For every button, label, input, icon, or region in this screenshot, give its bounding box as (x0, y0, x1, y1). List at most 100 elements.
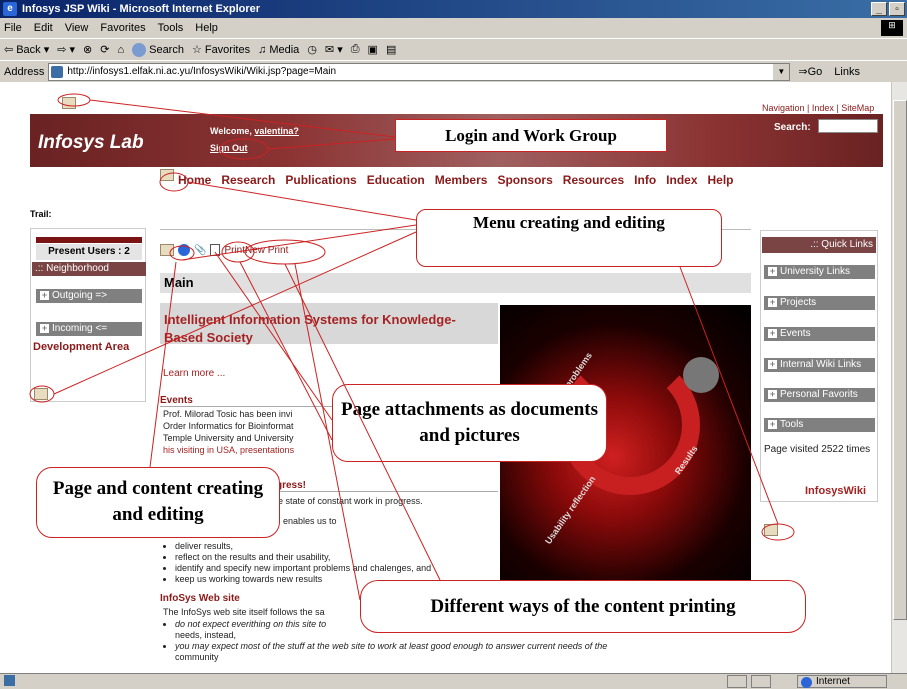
windows-logo-icon: ⊞ (881, 20, 903, 36)
menu-help[interactable]: Help (195, 22, 218, 34)
right-sidebar: .:: Quick Links University Links Project… (760, 230, 878, 502)
mail-icon[interactable]: ✉ ▾ (325, 43, 343, 56)
stop-icon[interactable]: ⊗ (83, 43, 92, 56)
home-icon[interactable]: ⌂ (117, 44, 124, 56)
list-item: deliver results, (175, 541, 431, 552)
search-label: Search (149, 43, 184, 56)
menu-publications[interactable]: Publications (285, 173, 356, 187)
events-line-2: Order Informatics for Bioinformat (163, 421, 294, 431)
incoming-toggle[interactable]: Incoming <= (36, 322, 142, 336)
attachment-icon[interactable]: 📎 (194, 245, 206, 256)
print-icon[interactable]: ⎙ (351, 43, 360, 56)
infosyswiki-link[interactable]: InfosysWiki (805, 485, 866, 497)
edit-page-icon[interactable] (62, 97, 76, 109)
callout-printing: Different ways of the content printing (360, 580, 806, 633)
forward-button[interactable]: ⇨ ▾ (57, 43, 75, 56)
menu-education[interactable]: Education (367, 173, 425, 187)
menu-help-site[interactable]: Help (708, 173, 734, 187)
signout-link[interactable]: Sign Out (210, 143, 248, 153)
go-button[interactable]: ⇒Go (798, 65, 822, 78)
progress-list: deliver results, reflect on the results … (175, 541, 431, 585)
site-logo[interactable]: Infosys Lab (38, 132, 144, 154)
neighborhood-header: .:: Neighborhood (32, 262, 146, 276)
list-item: identify and specify new important probl… (175, 563, 431, 574)
menu-favorites[interactable]: Favorites (100, 22, 145, 34)
menu-edit[interactable]: Edit (34, 22, 53, 34)
page-actions: 📎 PrintNew Print (160, 244, 288, 256)
menu-bar: File Edit View Favorites Tools Help (0, 18, 907, 38)
welcome-text: Welcome, valentina? (210, 126, 299, 136)
menu-index[interactable]: Index (666, 173, 697, 187)
events-line-1: Prof. Milorad Tosic has been invi (163, 409, 293, 419)
scrollbar-thumb[interactable] (893, 100, 907, 620)
tools-toggle[interactable]: Tools (764, 418, 875, 432)
menu-research[interactable]: Research (221, 173, 275, 187)
history-icon[interactable]: ◷ (307, 43, 317, 56)
pdf-icon[interactable] (210, 244, 221, 256)
menu-members[interactable]: Members (435, 173, 488, 187)
address-dropdown-icon[interactable]: ▼ (773, 63, 790, 80)
menu-sponsors[interactable]: Sponsors (497, 173, 552, 187)
menu-resources[interactable]: Resources (563, 173, 624, 187)
page-title: Main (160, 273, 751, 293)
internal-wiki-links-toggle[interactable]: Internal Wiki Links (764, 358, 875, 372)
favorites-button[interactable]: ☆ Favorites (192, 43, 251, 57)
status-page-icon (4, 675, 15, 686)
website-text: The InfoSys web site itself follows the … (163, 607, 325, 617)
callout-attachments: Page attachments as documents and pictur… (332, 384, 607, 462)
site-search-input[interactable] (818, 119, 878, 133)
image-text-usability: Usability reflection (543, 474, 598, 546)
top-navigation[interactable]: Navigation | Index | SiteMap (762, 103, 874, 113)
search-button[interactable]: Search (132, 42, 184, 57)
address-input[interactable]: http://infosys1.elfak.ni.ac.yu/InfosysWi… (48, 62, 791, 81)
window-title-bar: e Infosys JSP Wiki - Microsoft Internet … (0, 0, 907, 18)
links-button[interactable]: Links (834, 66, 860, 78)
menu-tools[interactable]: Tools (158, 22, 184, 34)
edit-icon[interactable]: ▣ (368, 43, 378, 56)
outgoing-toggle[interactable]: Outgoing => (36, 289, 142, 303)
info-icon[interactable] (178, 244, 190, 256)
vertical-scrollbar[interactable] (891, 82, 907, 673)
university-links-toggle[interactable]: University Links (764, 265, 875, 279)
edit-page-content-icon[interactable] (160, 244, 174, 256)
events-line-4[interactable]: his visiting in USA, presentations (163, 444, 294, 456)
quick-links-header: .:: Quick Links (762, 237, 876, 253)
window-title: Infosys JSP Wiki - Microsoft Internet Ex… (22, 3, 261, 15)
address-bar: Address http://infosys1.elfak.ni.ac.yu/I… (0, 60, 907, 82)
user-link[interactable]: valentina? (254, 126, 299, 136)
trail-label: Trail: (30, 209, 52, 219)
discuss-icon[interactable]: ▤ (386, 43, 396, 56)
events-toggle[interactable]: Events (764, 327, 875, 341)
present-users: Present Users : 2 (36, 244, 142, 260)
projects-toggle[interactable]: Projects (764, 296, 875, 310)
favorites-label: Favorites (204, 43, 251, 56)
edit-left-icon[interactable] (34, 388, 48, 400)
address-url: http://infosys1.elfak.ni.ac.yu/InfosysWi… (67, 65, 337, 77)
status-bar: Internet (0, 673, 907, 689)
callout-menu: Menu creating and editing (416, 209, 722, 267)
list-item: you may expect most of the stuff at the … (175, 641, 607, 652)
refresh-icon[interactable]: ⟳ (100, 43, 109, 56)
list-item: community (175, 652, 219, 662)
back-button[interactable]: ⇦ Back ▾ (4, 43, 49, 57)
progress-line-1: he state of constant work in progress. (273, 496, 423, 506)
minimize-icon[interactable]: _ (871, 2, 887, 16)
left-sidebar: Present Users : 2 .:: Neighborhood Outgo… (30, 228, 146, 402)
edit-right-icon[interactable] (764, 524, 778, 536)
globe-icon (801, 677, 812, 688)
learn-more-link[interactable]: Learn more ... (163, 368, 225, 379)
menu-home[interactable]: Home (178, 173, 211, 187)
menu-info[interactable]: Info (634, 173, 656, 187)
edit-menu-icon[interactable] (160, 169, 174, 181)
development-area-link[interactable]: Development Area (33, 341, 129, 353)
present-bar (36, 237, 142, 243)
print-links[interactable]: PrintNew Print (224, 245, 288, 256)
ie-icon: e (3, 2, 17, 16)
media-button[interactable]: ♫ Media (258, 44, 299, 56)
page-content: Navigation | Index | SiteMap Infosys Lab… (0, 82, 907, 673)
content-heading: Intelligent Information Systems for Know… (160, 303, 498, 345)
restore-icon[interactable]: ▫ (889, 2, 905, 16)
menu-file[interactable]: File (4, 22, 22, 34)
personal-favorits-toggle[interactable]: Personal Favorits (764, 388, 875, 402)
menu-view[interactable]: View (65, 22, 89, 34)
